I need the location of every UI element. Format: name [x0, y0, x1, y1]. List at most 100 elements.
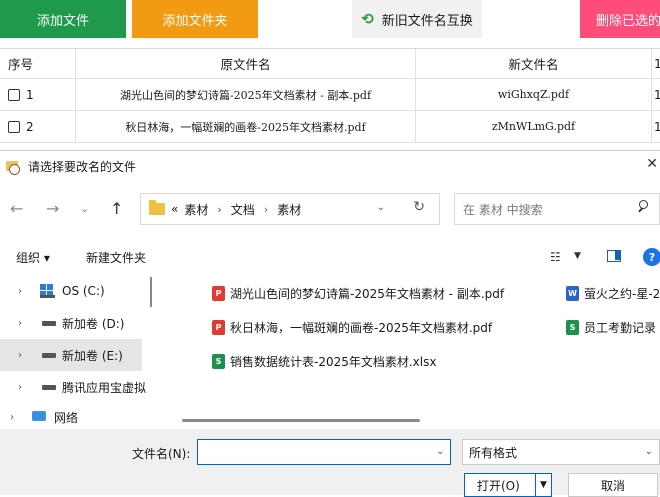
preview-pane-icon[interactable]: [607, 250, 621, 262]
search-folder-icon: [6, 159, 20, 175]
address-bar[interactable]: « 素材 › 文档 › 素材 ⌄ ↻: [140, 193, 440, 225]
list-item[interactable]: P 秋日林海，一幅斑斓的画卷-2025年文档素材.pdf: [212, 319, 492, 336]
row-new-name: zMnWLmG.pdf: [416, 111, 652, 142]
navigation-bar: ← → ⌄ ↑ « 素材 › 文档 › 素材 ⌄ ↻ 在 素材 中搜索: [0, 189, 660, 231]
list-item[interactable]: P 湖光山色间的梦幻诗篇-2025年文档素材 - 副本.pdf: [212, 285, 504, 302]
file-type-select[interactable]: 所有格式 ⌄: [462, 439, 660, 465]
chevron-down-icon[interactable]: ⌄: [436, 446, 444, 457]
delete-selected-button[interactable]: 删除已选的: [580, 0, 660, 38]
swap-names-label: 新旧文件名互换: [381, 13, 473, 29]
chevron-right-icon[interactable]: ›: [18, 350, 22, 361]
row-extra: 1: [654, 87, 660, 102]
search-input[interactable]: 在 素材 中搜索: [454, 193, 660, 225]
help-icon[interactable]: ?: [643, 248, 660, 266]
breadcrumb-separator-icon: ›: [263, 202, 269, 216]
file-list-scrollbar[interactable]: [182, 419, 420, 422]
recent-locations-chevron-icon[interactable]: ⌄: [80, 202, 89, 215]
file-name: 销售数据统计表-2025年文档素材.xlsx: [230, 355, 437, 369]
back-arrow-icon[interactable]: ←: [10, 199, 23, 218]
tree-item-label: 新加卷 (D:): [62, 316, 125, 331]
header-new-name: 新文件名: [416, 49, 652, 78]
filename-label: 文件名(N):: [132, 447, 191, 461]
tree-item-e-drive[interactable]: › 新加卷 (E:): [0, 339, 142, 371]
tree-item-virtual-drive[interactable]: › 腾讯应用宝虚拟: [0, 371, 146, 403]
chevron-right-icon[interactable]: ›: [18, 286, 22, 297]
add-folder-button[interactable]: 添加文件夹: [132, 0, 258, 38]
header-old-name: 原文件名: [76, 49, 416, 78]
file-name: 员工考勤记录: [584, 321, 657, 335]
drive-icon: [42, 321, 56, 326]
chevron-right-icon[interactable]: ›: [18, 318, 22, 329]
row-checkbox[interactable]: [8, 88, 20, 101]
table-row[interactable]: 1 湖光山色间的梦幻诗篇-2025年文档素材 - 副本.pdf wiGhxqZ.…: [0, 79, 660, 111]
organize-menu-button[interactable]: 组织 ▾: [16, 249, 50, 266]
tree-item-d-drive[interactable]: › 新加卷 (D:): [0, 307, 142, 339]
open-options-caret-icon[interactable]: ▼: [535, 474, 551, 496]
chevron-right-icon[interactable]: ›: [10, 412, 14, 423]
row-new-name: wiGhxqZ.pdf: [416, 79, 652, 110]
row-index-cell: 1: [0, 79, 76, 110]
close-icon[interactable]: ✕: [646, 156, 658, 172]
app-toolbar: 添加文件 添加文件夹 ⟲ 新旧文件名互换 删除已选的: [0, 0, 660, 40]
tree-item-label: 腾讯应用宝虚拟: [62, 380, 147, 395]
folder-icon: [149, 200, 165, 215]
search-icon[interactable]: [637, 200, 649, 212]
drive-icon: [42, 353, 56, 358]
breadcrumb-item[interactable]: 文档: [231, 201, 255, 218]
add-file-button[interactable]: 添加文件: [0, 0, 126, 38]
breadcrumb-item[interactable]: 素材: [184, 201, 208, 218]
pdf-file-icon: P: [212, 286, 225, 301]
row-index-cell: 2: [0, 111, 76, 142]
file-type-value: 所有格式: [469, 445, 518, 460]
dialog-title: 请选择要改名的文件: [28, 159, 137, 174]
swap-names-button[interactable]: ⟲ 新旧文件名互换: [352, 0, 482, 38]
dialog-footer: 文件名(N): ⌄ 所有格式 ⌄ 打开(O) ▼ 取消: [0, 429, 660, 497]
chevron-down-icon: ⌄: [644, 446, 653, 457]
file-name: 秋日林海，一幅斑斓的画卷-2025年文档素材.pdf: [230, 321, 493, 335]
breadcrumb-overflow[interactable]: «: [171, 202, 178, 216]
tree-item-network[interactable]: › 网络: [0, 405, 142, 429]
chevron-right-icon[interactable]: ›: [18, 382, 22, 393]
forward-arrow-icon[interactable]: →: [46, 199, 59, 218]
new-folder-button[interactable]: 新建文件夹: [86, 249, 146, 266]
tree-item-label: OS (C:): [62, 284, 105, 298]
dialog-titlebar: 请选择要改名的文件 ✕: [0, 151, 660, 181]
filename-input[interactable]: [197, 439, 451, 465]
row-old-name: 湖光山色间的梦幻诗篇-2025年文档素材 - 副本.pdf: [76, 79, 416, 110]
breadcrumb-item[interactable]: 素材: [277, 201, 301, 218]
chevron-down-icon[interactable]: ⌄: [377, 202, 385, 213]
view-caret-icon[interactable]: ▼: [574, 251, 581, 261]
tree-item-label: 新加卷 (E:): [62, 348, 123, 363]
tree-scrollbar[interactable]: [150, 277, 152, 307]
network-icon: [32, 411, 46, 421]
file-name: 萤火之约-星-2: [584, 287, 660, 301]
list-item[interactable]: S 销售数据统计表-2025年文档素材.xlsx: [212, 353, 436, 370]
row-checkbox[interactable]: [8, 120, 20, 133]
navigation-tree: › OS (C:) › 新加卷 (D:) › 新加卷 (E:) › 腾讯应用宝虚…: [0, 275, 158, 435]
open-file-dialog: 请选择要改名的文件 ✕ ← → ⌄ ↑ « 素材 › 文档 › 素材 ⌄ ↻ 在…: [0, 150, 660, 497]
header-index: 序号: [0, 49, 76, 78]
spreadsheet-file-icon: S: [566, 320, 579, 335]
row-old-name: 秋日林海，一幅斑斓的画卷-2025年文档素材.pdf: [76, 111, 416, 142]
up-arrow-icon[interactable]: ↑: [110, 199, 123, 218]
tree-item-label: 网络: [54, 410, 79, 425]
cancel-button[interactable]: 取消: [568, 473, 658, 497]
view-options-icon[interactable]: ☷: [550, 250, 561, 264]
pdf-file-icon: P: [212, 320, 225, 335]
open-button[interactable]: 打开(O) ▼: [464, 473, 552, 497]
spreadsheet-file-icon: S: [212, 354, 225, 369]
word-file-icon: W: [566, 286, 579, 301]
file-grid: 序号 原文件名 新文件名 1 1 湖光山色间的梦幻诗篇-2025年文档素材 - …: [0, 48, 660, 150]
table-row[interactable]: 2 秋日林海，一幅斑斓的画卷-2025年文档素材.pdf zMnWLmG.pdf…: [0, 111, 660, 143]
swap-icon: ⟲: [361, 10, 374, 28]
search-placeholder: 在 素材 中搜索: [463, 202, 543, 217]
row-index: 1: [26, 87, 34, 102]
drive-icon: [42, 385, 56, 390]
breadcrumb-separator-icon: ›: [217, 202, 222, 216]
os-drive-icon: [40, 284, 55, 298]
row-index: 2: [26, 119, 34, 134]
tree-item-c-drive[interactable]: › OS (C:): [0, 275, 142, 307]
refresh-icon[interactable]: ↻: [413, 199, 425, 215]
list-item[interactable]: S 员工考勤记录: [566, 319, 656, 336]
list-item[interactable]: W 萤火之约-星-2: [566, 285, 660, 302]
